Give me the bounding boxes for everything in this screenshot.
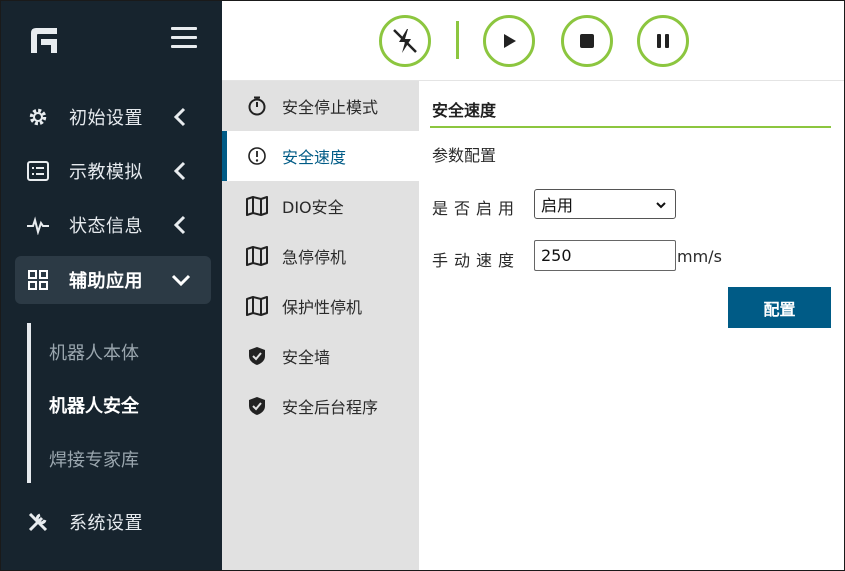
menu-item-label: 安全后台程序 bbox=[282, 398, 379, 417]
sidebar-item-teach-simulation[interactable]: 示教模拟 bbox=[15, 147, 211, 195]
sidebar-item-label: 辅助应用 bbox=[69, 271, 143, 292]
menu-item-safety-speed[interactable]: 安全速度 bbox=[222, 131, 419, 181]
map-icon bbox=[246, 295, 268, 317]
enable-label: 是否启用 bbox=[432, 199, 521, 218]
subnav-indicator bbox=[27, 323, 31, 483]
menu-item-safety-background-program[interactable]: 安全后台程序 bbox=[222, 381, 419, 431]
chevron-down-icon bbox=[656, 202, 666, 209]
menu-item-dio-safety[interactable]: DIO安全 bbox=[222, 181, 419, 231]
play-button[interactable] bbox=[483, 15, 535, 67]
tools-icon bbox=[25, 509, 51, 535]
pause-button[interactable] bbox=[637, 15, 689, 67]
enable-select[interactable]: 启用 bbox=[534, 189, 676, 219]
shield-icon bbox=[246, 345, 268, 367]
sidebar-item-system-settings[interactable]: 系统设置 bbox=[15, 498, 211, 546]
menu-item-label: 急停停机 bbox=[282, 248, 347, 267]
app-window: 初始设置 示教模拟 状态信息 辅助应用 机器人本体 机器人安全 焊接专家库 系统… bbox=[0, 0, 845, 571]
safety-menu: 安全停止模式 安全速度 DIO安全 急停停机 保护性停机 安全墙 安全后台程序 bbox=[222, 81, 419, 570]
control-toolbar bbox=[222, 1, 844, 81]
subnav-item-robot-body[interactable]: 机器人本体 bbox=[49, 339, 139, 365]
config-button[interactable]: 配置 bbox=[728, 287, 831, 328]
chevron-left-icon bbox=[173, 215, 186, 235]
grid-icon bbox=[25, 267, 51, 293]
power-off-icon bbox=[393, 29, 417, 53]
map-icon bbox=[246, 195, 268, 217]
sidebar-item-initial-settings[interactable]: 初始设置 bbox=[15, 93, 211, 141]
manual-speed-label: 手动速度 bbox=[432, 251, 521, 270]
menu-toggle-button[interactable] bbox=[171, 27, 197, 53]
pause-icon bbox=[657, 34, 669, 48]
menu-item-label: 安全速度 bbox=[282, 148, 347, 167]
stop-icon bbox=[580, 34, 594, 48]
play-icon bbox=[504, 34, 516, 48]
hamburger-line bbox=[171, 36, 197, 39]
manual-speed-input[interactable] bbox=[534, 240, 676, 271]
menu-item-emergency-stop[interactable]: 急停停机 bbox=[222, 231, 419, 281]
pulse-icon bbox=[25, 212, 51, 238]
menu-item-protective-stop[interactable]: 保护性停机 bbox=[222, 281, 419, 331]
power-toggle-button[interactable] bbox=[379, 15, 431, 67]
enable-select-value: 启用 bbox=[541, 196, 574, 215]
menu-item-safety-wall[interactable]: 安全墙 bbox=[222, 331, 419, 381]
info-icon bbox=[246, 145, 268, 167]
subsection-title: 参数配置 bbox=[432, 146, 497, 165]
stopwatch-icon bbox=[246, 95, 268, 117]
logo-icon bbox=[31, 28, 57, 53]
section-title: 安全速度 bbox=[432, 101, 497, 120]
sidebar-item-label: 系统设置 bbox=[69, 513, 143, 534]
menu-item-label: 安全墙 bbox=[282, 348, 331, 367]
sidebar-item-label: 示教模拟 bbox=[69, 162, 143, 183]
shield-icon bbox=[246, 395, 268, 417]
sidebar-item-label: 初始设置 bbox=[69, 108, 143, 129]
settings-panel: 安全速度 参数配置 是否启用 启用 手动速度 mm/s 配置 bbox=[419, 81, 844, 570]
toolbar-divider bbox=[456, 21, 459, 59]
menu-item-label: 安全停止模式 bbox=[282, 98, 379, 117]
list-icon bbox=[25, 158, 51, 184]
hamburger-line bbox=[171, 45, 197, 48]
title-divider bbox=[430, 126, 831, 128]
subnav-item-robot-safety[interactable]: 机器人安全 bbox=[49, 392, 139, 418]
menu-item-safety-stop-mode[interactable]: 安全停止模式 bbox=[222, 81, 419, 131]
gear-icon bbox=[25, 104, 51, 130]
sidebar-item-label: 状态信息 bbox=[69, 216, 143, 237]
stop-button[interactable] bbox=[561, 15, 613, 67]
menu-item-label: DIO安全 bbox=[282, 198, 344, 217]
chevron-left-icon bbox=[173, 107, 186, 127]
chevron-down-icon bbox=[171, 274, 191, 287]
hamburger-line bbox=[171, 27, 197, 30]
map-icon bbox=[246, 245, 268, 267]
subnav-item-welding-expert-library[interactable]: 焊接专家库 bbox=[49, 446, 139, 472]
sidebar-item-auxiliary-apps[interactable]: 辅助应用 bbox=[15, 256, 211, 304]
menu-item-label: 保护性停机 bbox=[282, 298, 363, 317]
sidebar-item-status-info[interactable]: 状态信息 bbox=[15, 201, 211, 249]
speed-unit: mm/s bbox=[677, 247, 722, 266]
chevron-left-icon bbox=[173, 161, 186, 181]
sidebar: 初始设置 示教模拟 状态信息 辅助应用 机器人本体 机器人安全 焊接专家库 系统… bbox=[1, 1, 222, 570]
